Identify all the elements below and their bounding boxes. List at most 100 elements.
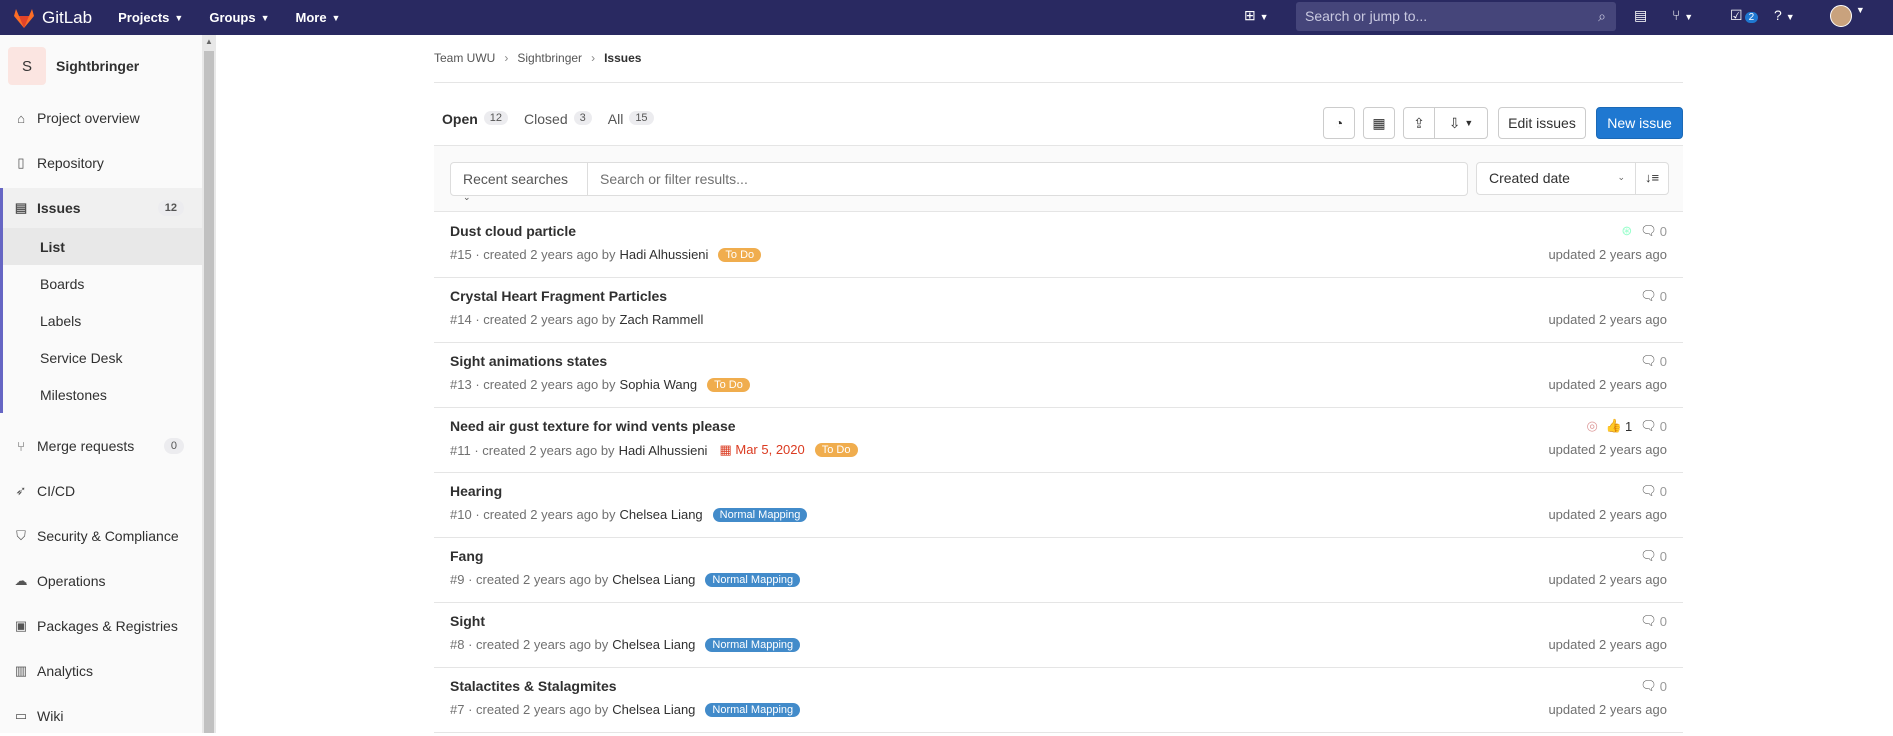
sort-dropdown[interactable]: Created date ⌄ [1476,162,1636,195]
issue-label[interactable]: To Do [707,377,750,392]
comments-icon[interactable]: 🗨 [1640,353,1657,369]
issue-author[interactable]: Hadi Alhussieni [620,247,709,262]
issue-author[interactable]: Zach Rammell [620,312,704,327]
issue-title[interactable]: Sight [450,613,485,629]
nav-groups[interactable]: Groups ▼ [209,10,269,25]
issue-row[interactable]: Dust cloud particle #15 · created 2 years… [434,213,1683,278]
recent-searches-dropdown[interactable]: Recent searches ⌄ [450,162,588,202]
issue-title[interactable]: Stalactites & Stalagmites [450,678,617,694]
issue-title[interactable]: Fang [450,548,483,564]
nav-projects[interactable]: Projects ▼ [118,10,183,25]
sidebar-item-label: Security & Compliance [37,528,179,544]
issue-ref: #10 [450,507,472,522]
merge-request-icon[interactable]: ⑂ ▼ [1672,7,1693,23]
edit-issues-button[interactable]: Edit issues [1498,107,1586,139]
divider [434,82,1683,83]
breadcrumb-group[interactable]: Team UWU [434,51,495,65]
sidebar-subitem-service-desk[interactable]: Service Desk [0,339,202,376]
issue-title[interactable]: Crystal Heart Fragment Particles [450,288,667,304]
sidebar-item-cicd[interactable]: ➶ CI/CD [0,471,202,511]
comments-icon[interactable]: 🗨 [1640,613,1657,629]
calendar-icon: ▦ [719,442,732,457]
issue-row[interactable]: Crystal Heart Fragment Particles #14 · cr… [434,278,1683,343]
comments-icon[interactable]: 🗨 [1640,483,1657,499]
calendar-button[interactable]: ▦ [1363,107,1395,139]
sidebar-project-header[interactable]: S Sightbringer [8,47,139,85]
issue-author[interactable]: Chelsea Liang [612,572,695,587]
export-button[interactable]: ⇪ [1403,107,1435,139]
sidebar-subitem-list[interactable]: List [0,228,202,265]
tab-closed[interactable]: Closed 3 [516,111,600,147]
issue-label[interactable]: Normal Mapping [705,637,801,652]
home-icon: ⌂ [17,110,25,126]
issue-label[interactable]: Normal Mapping [705,702,801,717]
import-dropdown[interactable]: ⇩ ▼ [1434,107,1488,139]
issue-label[interactable]: To Do [814,443,858,457]
breadcrumb-current[interactable]: Issues [604,51,641,65]
sidebar-subitem-boards[interactable]: Boards [0,265,202,302]
new-issue-button[interactable]: New issue [1596,107,1683,139]
issue-created: · created 2 years ago by [468,572,609,587]
issue-author[interactable]: Chelsea Liang [620,507,703,522]
comments-icon[interactable]: 🗨 [1640,288,1657,304]
scroll-up-icon[interactable]: ▲ [205,37,213,46]
issue-row[interactable]: Fang #9 · created 2 years ago by Chelsea L… [434,538,1683,603]
help-icon[interactable]: ? ▼ [1774,7,1795,23]
issue-title[interactable]: Need air gust texture for wind vents ple… [450,418,736,434]
sidebar-subitem-labels[interactable]: Labels [0,302,202,339]
tab-label: Closed [524,111,568,127]
sort-direction-button[interactable]: ↓≡ [1635,162,1669,195]
issue-author[interactable]: Sophia Wang [620,377,698,392]
sidebar-scrollbar[interactable]: ▲ [202,35,216,733]
gitlab-logo[interactable]: GitLab [12,0,92,35]
sidebar-item-wiki[interactable]: ▭ Wiki [0,696,202,736]
breadcrumb-project[interactable]: Sightbringer [517,51,582,65]
tab-all[interactable]: All 15 [600,111,662,147]
comments-icon[interactable]: 🗨 [1640,548,1657,564]
avatar[interactable]: ▼ [1830,5,1865,30]
issue-meta: #11 · created 2 years ago by Hadi Alhussi… [450,442,858,458]
rss-button[interactable]: ◔ [1323,107,1355,139]
issue-label[interactable]: Normal Mapping [705,572,801,587]
plus-square-icon[interactable]: ⊞ ▼ [1244,7,1269,24]
issues-shortcut-icon[interactable]: ▤ [1634,7,1647,24]
issue-author[interactable]: Hadi Alhussieni [619,443,708,458]
todos-icon[interactable]: ☑ 2 [1730,7,1759,24]
scrollbar-thumb[interactable] [204,51,214,733]
issue-title[interactable]: Hearing [450,483,502,499]
issues-icon: ▤ [14,200,28,215]
nav-more[interactable]: More ▼ [295,10,340,25]
issue-title[interactable]: Sight animations states [450,353,607,369]
sidebar-item-operations[interactable]: ☁ Operations [0,561,202,601]
comments-icon[interactable]: 🗨 [1640,223,1657,239]
sidebar-item-analytics[interactable]: ▥ Analytics [0,651,202,691]
global-search-input[interactable]: Search or jump to... ⌕ [1296,2,1616,31]
issue-label[interactable]: Normal Mapping [712,507,808,522]
issue-title[interactable]: Dust cloud particle [450,223,576,239]
comments-icon[interactable]: 🗨 [1640,678,1657,694]
issue-ref: #7 [450,702,465,717]
issue-meta: #10 · created 2 years ago by Chelsea Lian… [450,507,808,522]
sidebar-item-label: Analytics [37,663,94,679]
issue-row[interactable]: Sight #8 · created 2 years ago by Chelsea … [434,603,1683,668]
sidebar-item-security[interactable]: ⛉ Security & Compliance [0,516,202,556]
assignee-avatar[interactable]: ◎ [1586,418,1597,434]
comments-icon[interactable]: 🗨 [1640,418,1657,434]
sidebar-item-project-overview[interactable]: ⌂ Project overview [0,98,202,138]
issue-author[interactable]: Chelsea Liang [612,637,695,652]
sidebar-subitem-milestones[interactable]: Milestones [0,376,202,413]
filter-search-input[interactable]: Search or filter results... [587,162,1468,196]
sidebar-item-issues[interactable]: ▤ Issues 12 [0,188,202,228]
issue-row[interactable]: Stalactites & Stalagmites #7 · created 2 … [434,668,1683,733]
chevron-down-icon: ▼ [260,12,270,23]
issue-label[interactable]: To Do [718,247,762,262]
top-navbar: GitLab Projects ▼ Groups ▼ More ▼ ⊞ ▼ Searc… [0,0,1893,35]
sidebar-item-repository[interactable]: ▯ Repository [0,143,202,183]
sidebar-item-merge-requests[interactable]: ⑂ Merge requests 0 [0,426,202,466]
sidebar-item-packages[interactable]: ▣ Packages & Registries [0,606,202,646]
issue-author[interactable]: Chelsea Liang [612,702,695,717]
issue-row[interactable]: Need air gust texture for wind vents ple… [434,408,1683,473]
issue-row[interactable]: Hearing #10 · created 2 years ago by Chels… [434,473,1683,538]
tab-open[interactable]: Open 12 [434,111,517,147]
issue-row[interactable]: Sight animations states #13 · created 2 y… [434,343,1683,408]
